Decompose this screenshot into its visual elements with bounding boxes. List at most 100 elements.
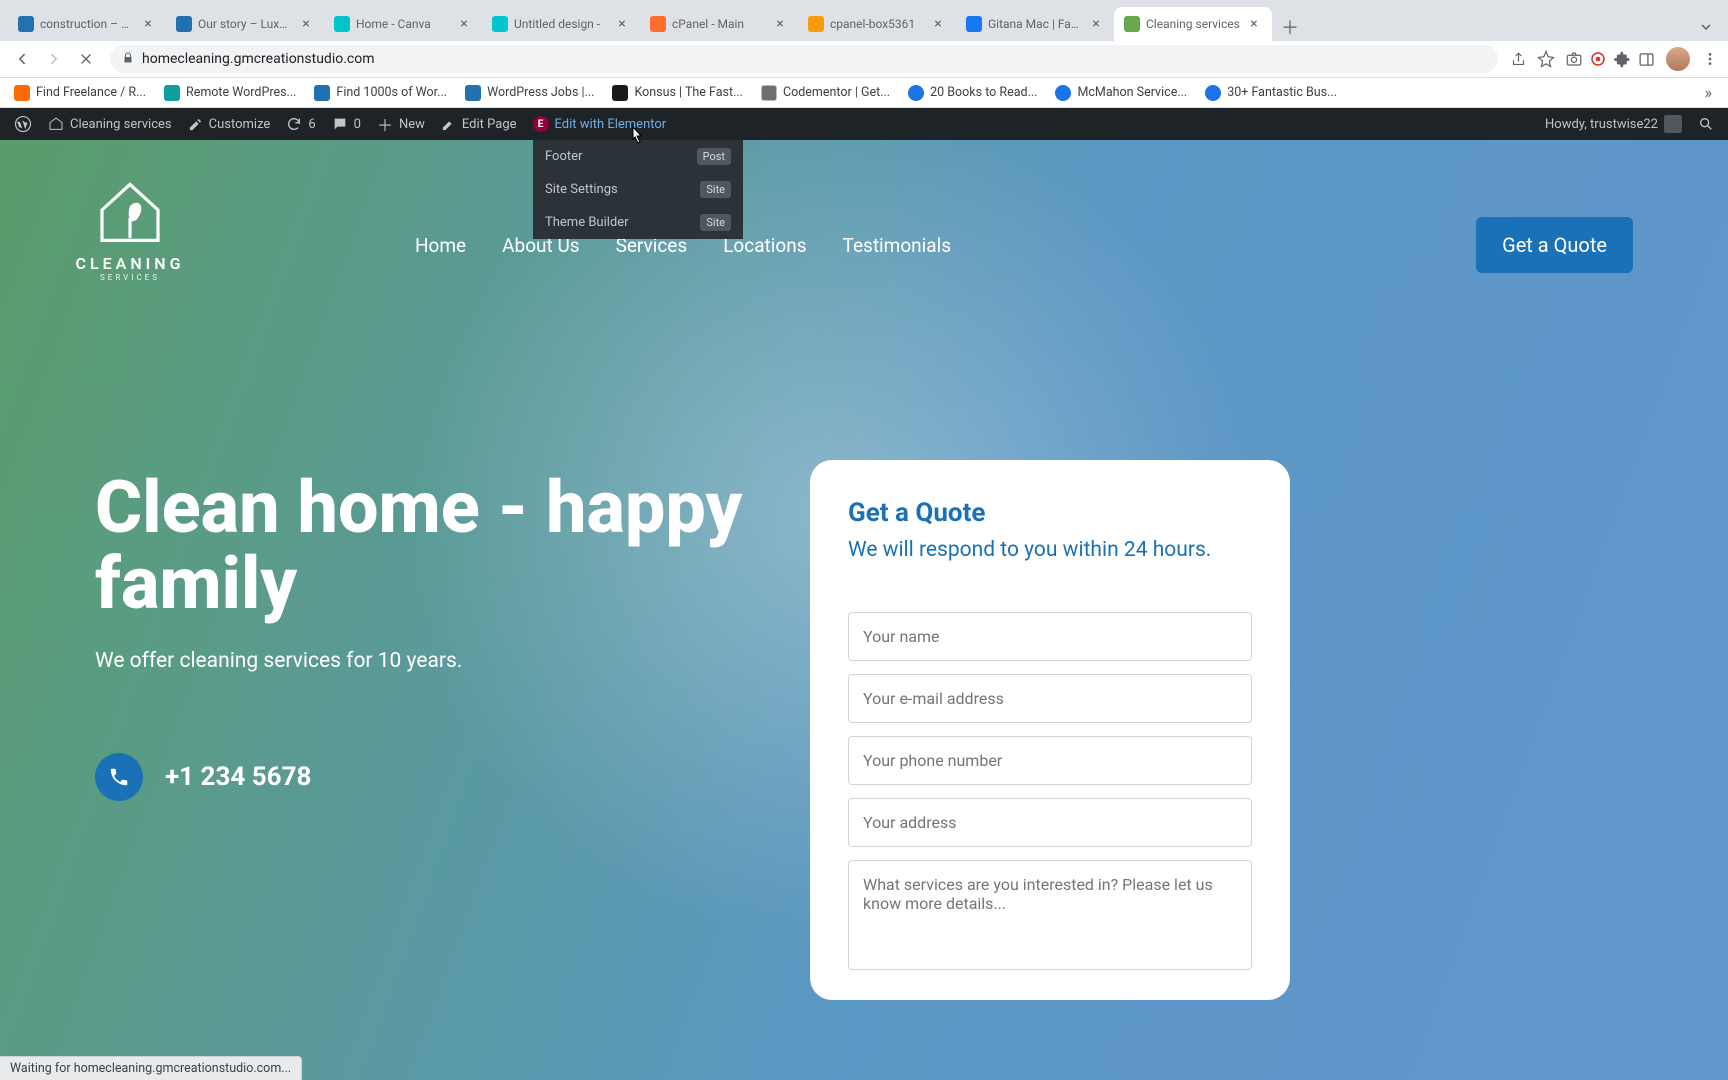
bookmark-favicon bbox=[465, 85, 481, 101]
nav-testimonials[interactable]: Testimonials bbox=[843, 234, 952, 257]
logo-subtext: SERVICES bbox=[100, 273, 160, 282]
browser-tab-active[interactable]: Cleaning services × bbox=[1114, 7, 1272, 41]
bookmark-item[interactable]: 30+ Fantastic Bus... bbox=[1197, 81, 1345, 105]
wp-site-name[interactable]: Cleaning services bbox=[40, 108, 180, 140]
stop-loading-button[interactable] bbox=[72, 45, 100, 73]
favicon bbox=[808, 16, 824, 32]
bookmark-label: WordPress Jobs |... bbox=[487, 85, 594, 100]
browser-tab[interactable]: Untitled design - × bbox=[482, 7, 640, 41]
share-icon[interactable] bbox=[1508, 49, 1528, 69]
dropdown-item-badge: Site bbox=[700, 214, 731, 231]
bookmark-favicon bbox=[314, 85, 330, 101]
wp-search-icon[interactable] bbox=[1690, 108, 1722, 140]
new-tab-button[interactable]: ＋ bbox=[1276, 13, 1304, 41]
wp-edit-elementor[interactable]: E Edit with Elementor bbox=[525, 108, 675, 140]
favicon bbox=[176, 16, 192, 32]
bookmark-item[interactable]: Find 1000s of Wor... bbox=[306, 81, 455, 105]
hero-section: CLEANING SERVICES Home About Us Services… bbox=[0, 140, 1728, 1080]
site-header: CLEANING SERVICES Home About Us Services… bbox=[0, 140, 1728, 320]
bookmark-favicon bbox=[908, 85, 924, 101]
phone-cta[interactable]: +1 234 5678 bbox=[95, 753, 795, 801]
house-leaf-icon bbox=[90, 170, 170, 250]
browser-status-bar: Waiting for homecleaning.gmcreationstudi… bbox=[0, 1056, 302, 1080]
elementor-dropdown: Footer Post Site Settings Site Theme Bui… bbox=[533, 140, 743, 239]
close-icon[interactable]: × bbox=[614, 16, 630, 32]
close-icon[interactable]: × bbox=[456, 16, 472, 32]
elementor-dropdown-item-footer[interactable]: Footer Post bbox=[533, 140, 743, 173]
message-textarea[interactable] bbox=[848, 860, 1252, 970]
back-button[interactable] bbox=[8, 45, 36, 73]
bookmark-item[interactable]: Find Freelance / R... bbox=[6, 81, 154, 105]
browser-tab[interactable]: Gitana Mac | Face × bbox=[956, 7, 1114, 41]
close-icon[interactable]: × bbox=[930, 16, 946, 32]
bookmark-item[interactable]: WordPress Jobs |... bbox=[457, 81, 602, 105]
favicon bbox=[492, 16, 508, 32]
profile-avatar[interactable] bbox=[1666, 47, 1690, 71]
customize-label: Customize bbox=[209, 117, 271, 132]
browser-tab[interactable]: cpanel-box5361 × bbox=[798, 7, 956, 41]
bookmarks-overflow-icon[interactable]: » bbox=[1695, 83, 1723, 102]
favicon bbox=[966, 16, 982, 32]
bookmark-item[interactable]: Codementor | Get... bbox=[753, 81, 898, 105]
bookmark-item[interactable]: Remote WordPres... bbox=[156, 81, 304, 105]
menu-icon[interactable] bbox=[1700, 49, 1720, 69]
bookmarks-bar: Find Freelance / R... Remote WordPres...… bbox=[0, 78, 1728, 108]
browser-toolbar: homecleaning.gmcreationstudio.com bbox=[0, 41, 1728, 78]
site-logo[interactable]: CLEANING SERVICES bbox=[75, 170, 185, 320]
name-input[interactable] bbox=[848, 612, 1252, 661]
wp-admin-bar: Cleaning services Customize 6 0 ＋ New Ed… bbox=[0, 108, 1728, 140]
tab-title: Home - Canva bbox=[356, 17, 450, 31]
wp-customize[interactable]: Customize bbox=[180, 108, 279, 140]
close-icon[interactable]: × bbox=[298, 16, 314, 32]
bookmark-item[interactable]: McMahon Service... bbox=[1047, 81, 1195, 105]
close-icon[interactable]: × bbox=[1246, 16, 1262, 32]
extensions-icon[interactable] bbox=[1612, 49, 1632, 69]
wp-edit-page[interactable]: Edit Page bbox=[433, 108, 525, 140]
browser-tab[interactable]: construction – Av × bbox=[8, 7, 166, 41]
star-icon[interactable] bbox=[1536, 49, 1556, 69]
browser-tab[interactable]: cPanel - Main × bbox=[640, 7, 798, 41]
phone-input[interactable] bbox=[848, 736, 1252, 785]
tabs-dropdown-icon[interactable] bbox=[1692, 13, 1720, 41]
dropdown-item-badge: Post bbox=[697, 148, 731, 165]
tab-title: Gitana Mac | Face bbox=[988, 17, 1082, 31]
lock-icon bbox=[122, 52, 134, 67]
bookmark-label: 20 Books to Read... bbox=[930, 85, 1037, 100]
forward-button[interactable] bbox=[40, 45, 68, 73]
bookmark-item[interactable]: Konsus | The Fast... bbox=[604, 81, 751, 105]
address-input[interactable] bbox=[848, 798, 1252, 847]
bookmark-favicon bbox=[14, 85, 30, 101]
browser-tab[interactable]: Our story – Luxpa × bbox=[166, 7, 324, 41]
hero-subtitle: We offer cleaning services for 10 years. bbox=[95, 649, 795, 673]
address-bar[interactable]: homecleaning.gmcreationstudio.com bbox=[110, 45, 1498, 73]
nav-home[interactable]: Home bbox=[415, 234, 466, 257]
close-icon[interactable]: × bbox=[772, 16, 788, 32]
bookmark-label: McMahon Service... bbox=[1077, 85, 1187, 100]
close-icon[interactable]: × bbox=[140, 16, 156, 32]
dropdown-item-label: Site Settings bbox=[545, 182, 618, 197]
wp-howdy[interactable]: Howdy, trustwise22 bbox=[1537, 108, 1690, 140]
wp-updates[interactable]: 6 bbox=[278, 108, 323, 140]
email-input[interactable] bbox=[848, 674, 1252, 723]
side-panel-icon[interactable] bbox=[1636, 49, 1656, 69]
wp-comments[interactable]: 0 bbox=[324, 108, 369, 140]
close-icon[interactable]: × bbox=[1088, 16, 1104, 32]
elementor-dropdown-item-site-settings[interactable]: Site Settings Site bbox=[533, 173, 743, 206]
hero-title: Clean home - happy family bbox=[95, 470, 795, 621]
wp-logo-menu[interactable] bbox=[6, 108, 40, 140]
bookmark-item[interactable]: 20 Books to Read... bbox=[900, 81, 1045, 105]
camera-icon[interactable] bbox=[1564, 49, 1584, 69]
get-quote-button[interactable]: Get a Quote bbox=[1476, 217, 1633, 273]
new-label: New bbox=[399, 117, 425, 132]
dropdown-item-label: Footer bbox=[545, 149, 582, 164]
wp-new[interactable]: ＋ New bbox=[369, 108, 433, 140]
browser-tab[interactable]: Home - Canva × bbox=[324, 7, 482, 41]
elementor-dropdown-item-theme-builder[interactable]: Theme Builder Site bbox=[533, 206, 743, 239]
tab-title: Our story – Luxpa bbox=[198, 17, 292, 31]
extension-icon[interactable] bbox=[1588, 49, 1608, 69]
dropdown-item-label: Theme Builder bbox=[545, 215, 629, 230]
user-avatar bbox=[1664, 115, 1682, 133]
favicon bbox=[1124, 16, 1140, 32]
tab-title: Cleaning services bbox=[1146, 17, 1240, 31]
quote-form-card: Get a Quote We will respond to you withi… bbox=[810, 460, 1290, 1000]
